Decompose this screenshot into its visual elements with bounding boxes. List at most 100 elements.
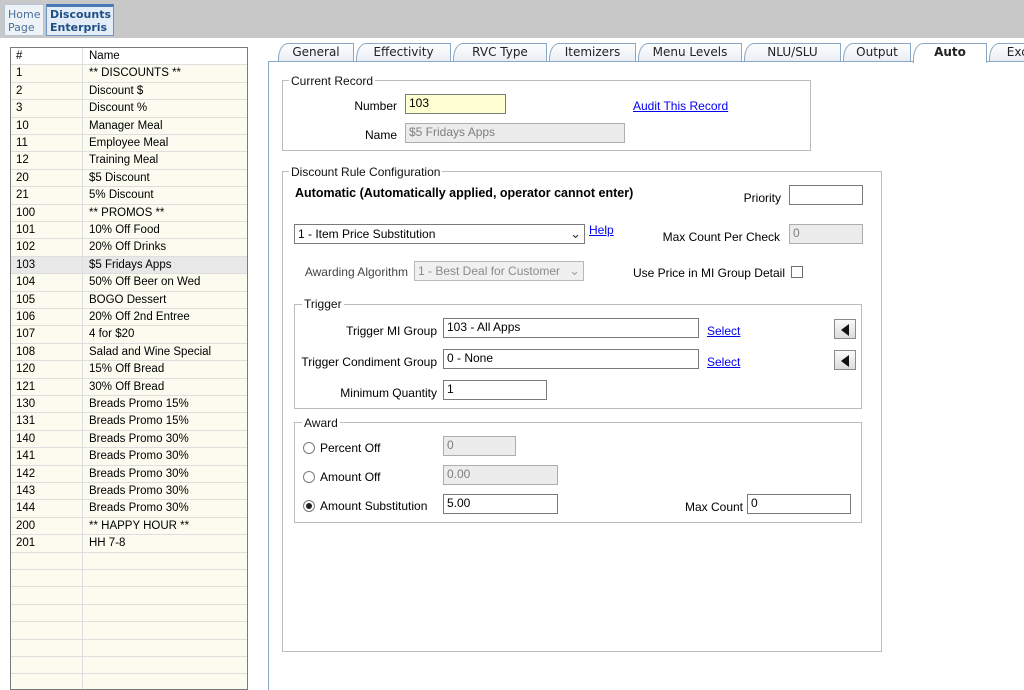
grid-cell-number: 11 (11, 135, 83, 152)
tab-menu-levels[interactable]: Menu Levels (638, 43, 742, 62)
max-count-per-check-field[interactable]: 0 (789, 224, 863, 244)
grid-cell-number: 103 (11, 256, 83, 274)
percent-off-radio[interactable] (303, 442, 315, 454)
tab-discounts[interactable]: Discounts Enterpris (46, 4, 114, 36)
grid-row[interactable]: 201 HH 7-8 (11, 535, 247, 553)
awarding-algorithm-select[interactable]: 1 - Best Deal for Customer ⌄ (414, 261, 584, 281)
grid-row[interactable] (11, 570, 247, 588)
grid-row[interactable]: 2 Discount $ (11, 82, 247, 101)
grid-row[interactable]: 120 15% Off Bread (11, 361, 247, 379)
grid-row[interactable] (11, 552, 247, 570)
tab-itemizers[interactable]: Itemizers (549, 43, 636, 62)
grid-cell-number: 107 (11, 326, 83, 343)
grid-cell-number (11, 674, 83, 689)
amount-off-label: Amount Off (320, 470, 381, 484)
grid-cell-number: 108 (11, 343, 83, 361)
grid-row[interactable]: 11 Employee Meal (11, 135, 247, 153)
grid-cell-number: 106 (11, 309, 83, 326)
tab-general[interactable]: General (278, 43, 354, 62)
grid-cell-number: 1 (11, 65, 83, 82)
trigger-mi-group-label: Trigger MI Group (346, 324, 437, 338)
grid-row[interactable]: 130 Breads Promo 15% (11, 396, 247, 414)
name-field[interactable]: $5 Fridays Apps (405, 123, 625, 143)
tab-nlu-slu[interactable]: NLU/SLU (744, 43, 841, 62)
grid-row[interactable]: 1 ** DISCOUNTS ** (11, 65, 247, 83)
help-link[interactable]: Help (589, 223, 614, 237)
tab-effectivity[interactable]: Effectivity (356, 43, 451, 62)
grid-row[interactable] (11, 622, 247, 640)
grid-header-number[interactable]: # (11, 48, 83, 65)
tab-home-line2: Page (8, 21, 35, 34)
trigger-condiment-select-link[interactable]: Select (707, 355, 740, 369)
rule-type-select[interactable]: 1 - Item Price Substitution ⌄ (294, 224, 585, 244)
grid-row[interactable]: 200 ** HAPPY HOUR ** (11, 517, 247, 536)
priority-field[interactable] (789, 185, 863, 205)
grid-row[interactable] (11, 674, 247, 689)
trigger-condiment-group-field[interactable]: 0 - None (443, 349, 699, 369)
grid-row[interactable]: 142 Breads Promo 30% (11, 465, 247, 483)
percent-off-field[interactable]: 0 (443, 436, 516, 456)
trigger-mi-group-field[interactable]: 103 - All Apps (443, 318, 699, 338)
grid-cell-name: Discount $ (89, 84, 144, 97)
rule-type-value: 1 - Item Price Substitution (298, 227, 436, 241)
trigger-mi-group-select-link[interactable]: Select (707, 324, 740, 338)
max-count-label: Max Count (684, 500, 743, 514)
grid-row[interactable]: 141 Breads Promo 30% (11, 448, 247, 466)
audit-record-link[interactable]: Audit This Record (633, 99, 728, 113)
grid-row[interactable]: 20 $5 Discount (11, 169, 247, 188)
grid-row[interactable]: 144 Breads Promo 30% (11, 500, 247, 518)
grid-row[interactable] (11, 604, 247, 623)
discount-grid[interactable]: # Name 1 ** DISCOUNTS ** 2 Discount $ 3 Disco… (10, 47, 248, 690)
trigger-mi-group-arrow-button[interactable] (834, 319, 856, 339)
grid-cell-name: BOGO Dessert (89, 293, 167, 306)
grid-row[interactable]: 10 Manager Meal (11, 117, 247, 135)
grid-cell-number: 101 (11, 222, 83, 239)
use-price-mi-group-checkbox[interactable] (791, 266, 803, 278)
amount-substitution-field[interactable]: 5.00 (443, 494, 558, 514)
tab-auto[interactable]: Auto (913, 43, 987, 63)
grid-row[interactable]: 140 Breads Promo 30% (11, 430, 247, 449)
grid-row[interactable]: 103 $5 Fridays Apps (11, 256, 247, 275)
grid-cell-name (84, 657, 247, 673)
tab-excl[interactable]: Excl (989, 43, 1024, 62)
grid-row[interactable]: 100 ** PROMOS ** (11, 204, 247, 222)
grid-row[interactable]: 3 Discount % (11, 100, 247, 118)
grid-row[interactable] (11, 657, 247, 675)
minimum-quantity-field[interactable]: 1 (443, 380, 547, 400)
current-record-legend: Current Record (289, 74, 376, 88)
tab-rvc-type[interactable]: RVC Type (453, 43, 547, 62)
grid-row[interactable]: 108 Salad and Wine Special (11, 343, 247, 362)
grid-row[interactable]: 106 20% Off 2nd Entree (11, 309, 247, 327)
grid-row[interactable]: 105 BOGO Dessert (11, 291, 247, 309)
tab-output[interactable]: Output (843, 43, 911, 62)
grid-header-name[interactable]: Name (84, 48, 247, 64)
grid-cell-number: 12 (11, 152, 83, 169)
percent-off-label: Percent Off (320, 441, 381, 455)
awarding-algorithm-value: 1 - Best Deal for Customer (418, 264, 561, 278)
grid-cell-name: Manager Meal (89, 119, 163, 132)
amount-substitution-radio[interactable] (303, 500, 315, 512)
chevron-down-icon: ⌄ (569, 263, 580, 278)
grid-cell-name: ** HAPPY HOUR ** (89, 519, 190, 532)
grid-row[interactable] (11, 639, 247, 657)
grid-row[interactable]: 121 30% Off Bread (11, 378, 247, 396)
trigger-condiment-arrow-button[interactable] (834, 350, 856, 370)
grid-row[interactable]: 131 Breads Promo 15% (11, 413, 247, 431)
awarding-algorithm-label: Awarding Algorithm (304, 265, 408, 279)
amount-off-field[interactable]: 0.00 (443, 465, 558, 485)
max-count-field[interactable]: 0 (747, 494, 851, 514)
grid-row[interactable]: 104 50% Off Beer on Wed (11, 274, 247, 292)
grid-row[interactable]: 101 10% Off Food (11, 222, 247, 240)
grid-row[interactable] (11, 587, 247, 605)
grid-row[interactable]: 143 Breads Promo 30% (11, 483, 247, 501)
grid-row[interactable]: 102 20% Off Drinks (11, 239, 247, 257)
grid-row[interactable]: 21 5% Discount (11, 187, 247, 205)
tab-home-page[interactable]: Home Page (4, 4, 44, 36)
grid-row[interactable]: 12 Training Meal (11, 152, 247, 170)
grid-cell-name (84, 640, 247, 656)
grid-row[interactable]: 107 4 for $20 (11, 326, 247, 344)
amount-substitution-label: Amount Substitution (320, 499, 428, 513)
amount-off-radio[interactable] (303, 471, 315, 483)
left-arrow-icon (841, 355, 849, 367)
number-field[interactable]: 103 (405, 94, 506, 114)
